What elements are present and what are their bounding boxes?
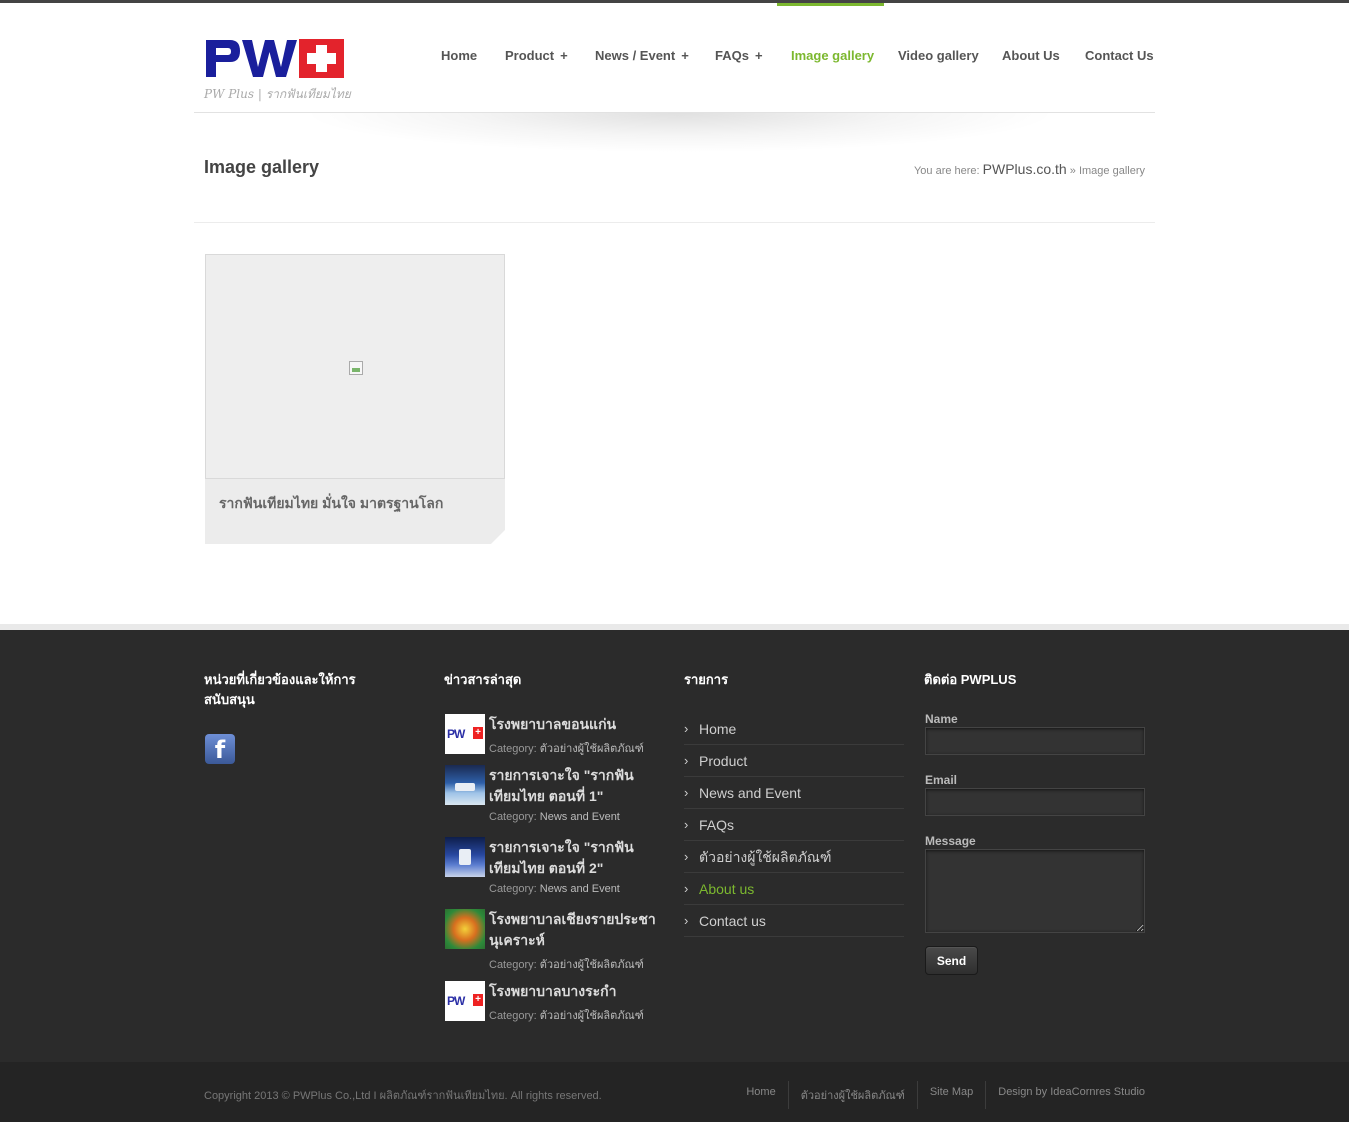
- footer-menu-about-us[interactable]: › About us: [684, 873, 904, 905]
- copyright-text: Copyright 2013 © PWPlus Co.,Ltd I ผลิตภั…: [204, 1090, 602, 1102]
- footer-contact-title: ติดต่อ PWPLUS: [924, 672, 1017, 687]
- facebook-icon[interactable]: f: [205, 734, 235, 764]
- news-thumbnail[interactable]: PW +: [445, 981, 485, 1021]
- message-field[interactable]: [925, 849, 1145, 933]
- title-divider: [194, 222, 1155, 223]
- page-title: Image gallery: [204, 157, 320, 177]
- site-footer: หน่วยที่เกี่ยวข้องและให้การสนับสนุน f ข่…: [0, 630, 1349, 1062]
- nav-news-event[interactable]: News / Event +: [595, 48, 689, 63]
- news-category: Category: ตัวอย่างผู้ใช้ผลิตภัณฑ์: [489, 743, 644, 755]
- news-item[interactable]: รายการเจาะใจ "รากฟันเทียมไทย ตอนที่ 2" C…: [445, 837, 665, 901]
- news-title[interactable]: โรงพยาบาลบางระกำ: [489, 981, 665, 1002]
- pwplus-logo-icon: [204, 37, 345, 80]
- footer-menu-contact-us[interactable]: › Contact us: [684, 905, 904, 937]
- submenu-plus-icon: +: [681, 48, 689, 63]
- send-button[interactable]: Send: [925, 946, 978, 975]
- nav-faqs[interactable]: FAQs +: [715, 48, 763, 63]
- nav-home[interactable]: Home: [441, 48, 477, 63]
- news-category: Category: ตัวอย่างผู้ใช้ผลิตภัณฑ์: [489, 959, 644, 971]
- news-item[interactable]: PW + โรงพยาบาลบางระกำ Category: ตัวอย่างผ…: [445, 981, 665, 1025]
- chevron-right-icon: ›: [684, 817, 689, 832]
- site-header: PW Plus | รากฟันเทียมไทย Home Product + N…: [0, 3, 1349, 113]
- breadcrumb-prefix: You are here:: [913, 165, 980, 177]
- news-title[interactable]: รายการเจาะใจ "รากฟันเทียมไทย ตอนที่ 1": [489, 765, 665, 807]
- name-field[interactable]: [925, 727, 1145, 755]
- breadcrumb-separator: »: [1069, 165, 1076, 177]
- news-category: Category: News and Event: [489, 811, 620, 823]
- message-label: Message: [925, 834, 976, 848]
- chevron-right-icon: ›: [684, 881, 689, 896]
- chevron-right-icon: ›: [684, 721, 689, 736]
- header-shadow: [300, 113, 1060, 153]
- nav-product[interactable]: Product +: [505, 48, 568, 63]
- footer-menu-product[interactable]: › Product: [684, 745, 904, 777]
- footer-menu-faqs[interactable]: › FAQs: [684, 809, 904, 841]
- footer-menu-news-event[interactable]: › News and Event: [684, 777, 904, 809]
- nav-image-gallery[interactable]: Image gallery: [791, 48, 874, 63]
- breadcrumb-home-link[interactable]: PWPlus.co.th: [983, 161, 1067, 177]
- chevron-right-icon: ›: [684, 753, 689, 768]
- nav-video-gallery[interactable]: Video gallery: [898, 48, 979, 63]
- news-thumbnail[interactable]: [445, 837, 485, 877]
- nav-contact-us[interactable]: Contact Us: [1085, 48, 1154, 63]
- news-title[interactable]: โรงพยาบาลเชียงรายประชานุเคราะห์: [489, 909, 665, 951]
- footer-menu: › Home › Product › News and Event › FAQs › ตั…: [684, 713, 904, 937]
- footer-menu-title: รายการ: [684, 672, 729, 687]
- nav-active-indicator: [777, 3, 884, 6]
- chevron-right-icon: ›: [684, 785, 689, 800]
- footer-menu-home[interactable]: › Home: [684, 713, 904, 745]
- gallery-card[interactable]: รากฟันเทียมไทย มั่นใจ มาตรฐานโลก: [205, 254, 505, 544]
- bottom-link-sitemap[interactable]: Site Map: [916, 1081, 985, 1109]
- email-field[interactable]: [925, 788, 1145, 816]
- submenu-plus-icon: +: [560, 48, 568, 63]
- gallery-caption-text[interactable]: รากฟันเทียมไทย มั่นใจ มาตรฐานโลก: [219, 493, 443, 515]
- chevron-right-icon: ›: [684, 913, 689, 928]
- logo-tagline: PW Plus | รากฟันเทียมไทย: [204, 87, 351, 101]
- news-category: Category: News and Event: [489, 883, 620, 895]
- broken-image-icon: [349, 361, 363, 375]
- submenu-plus-icon: +: [754, 48, 763, 63]
- news-item[interactable]: รายการเจาะใจ "รากฟันเทียมไทย ตอนที่ 1" C…: [445, 765, 665, 829]
- news-title[interactable]: รายการเจาะใจ "รากฟันเทียมไทย ตอนที่ 2": [489, 837, 665, 879]
- footer-partners-title: หน่วยที่เกี่ยวข้องและให้การสนับสนุน: [204, 672, 356, 707]
- news-item[interactable]: PW + โรงพยาบาลขอนแก่น Category: ตัวอย่างผ…: [445, 714, 665, 758]
- news-thumbnail[interactable]: [445, 909, 485, 949]
- gallery-caption: รากฟันเทียมไทย มั่นใจ มาตรฐานโลก: [205, 479, 505, 544]
- breadcrumb: You are here: PWPlus.co.th » Image galle…: [914, 161, 1145, 177]
- card-corner-fold: [491, 530, 505, 544]
- news-thumbnail[interactable]: PW +: [445, 714, 485, 754]
- site-logo[interactable]: PW Plus | รากฟันเทียมไทย: [204, 37, 354, 107]
- footer-news-title: ข่าวสารล่าสุด: [444, 672, 522, 687]
- bottom-bar: Copyright 2013 © PWPlus Co.,Ltd I ผลิตภั…: [0, 1062, 1349, 1122]
- footer-menu-customers[interactable]: › ตัวอย่างผู้ใช้ผลิตภัณฑ์: [684, 841, 904, 873]
- name-label: Name: [925, 712, 958, 726]
- news-title[interactable]: โรงพยาบาลขอนแก่น: [489, 714, 665, 735]
- nav-about-us[interactable]: About Us: [1002, 48, 1060, 63]
- bottom-link-designer[interactable]: Design by IdeaCornres Studio: [985, 1081, 1145, 1109]
- news-category: Category: ตัวอย่างผู้ใช้ผลิตภัณฑ์: [489, 1010, 644, 1022]
- gallery-image[interactable]: [205, 254, 505, 479]
- chevron-right-icon: ›: [684, 849, 689, 864]
- email-label: Email: [925, 773, 958, 787]
- bottom-links: Home ตัวอย่างผู้ใช้ผลิตภัณฑ์ Site Map De…: [734, 1081, 1145, 1109]
- breadcrumb-current: Image gallery: [1078, 165, 1145, 177]
- bottom-link-home[interactable]: Home: [734, 1081, 787, 1109]
- news-thumbnail[interactable]: [445, 765, 485, 805]
- news-item[interactable]: โรงพยาบาลเชียงรายประชานุเคราะห์ Category…: [445, 909, 665, 973]
- bottom-link-customers[interactable]: ตัวอย่างผู้ใช้ผลิตภัณฑ์: [787, 1081, 917, 1109]
